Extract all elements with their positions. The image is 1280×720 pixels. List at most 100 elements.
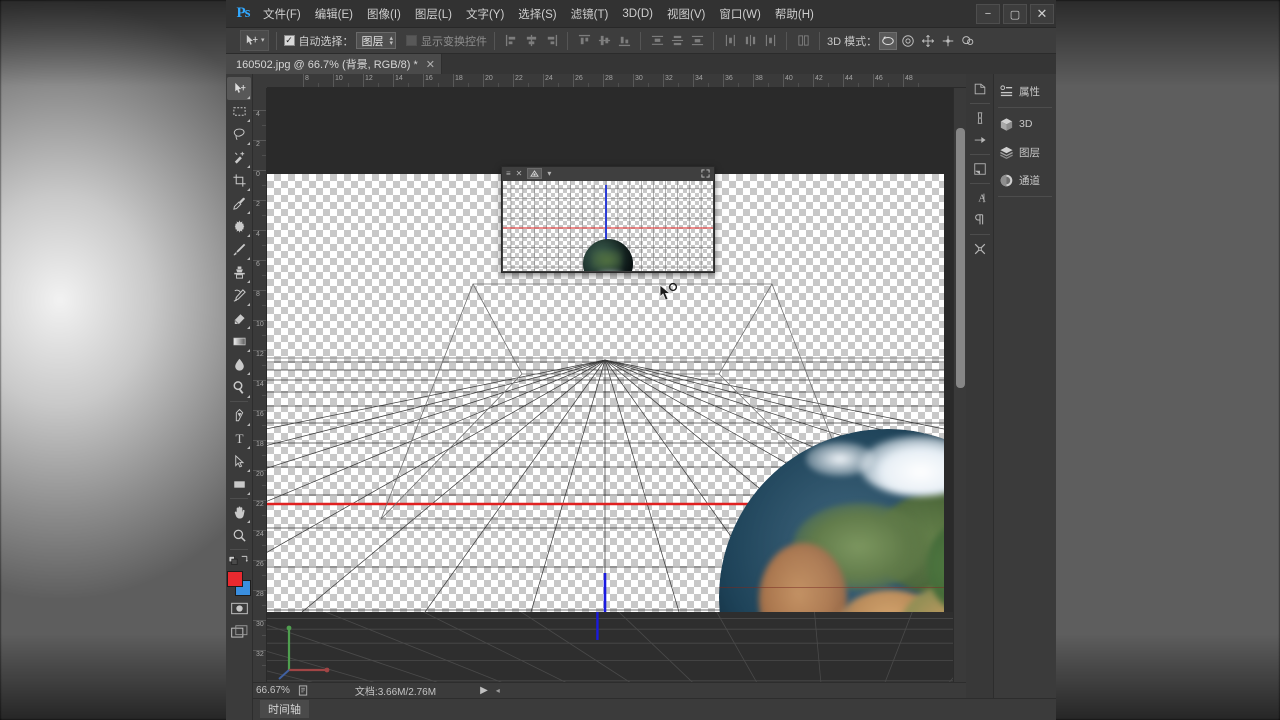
distribute-horizontal-center-icon[interactable] (741, 32, 759, 50)
default-colors-icon[interactable] (227, 552, 251, 568)
menu-layer[interactable]: 图层(L) (408, 1, 459, 27)
chevron-down-icon[interactable]: ▾ (547, 169, 551, 178)
lasso-tool[interactable] (227, 123, 251, 146)
quick-selection-tool[interactable] (227, 146, 251, 169)
vertical-scrollbar[interactable] (953, 88, 966, 698)
history-icon[interactable] (969, 78, 991, 100)
menu-file[interactable]: 文件(F) (256, 1, 308, 27)
tab-timeline[interactable]: 时间轴 (260, 700, 309, 718)
vertical-ruler[interactable]: 4 2 0 2 4 6 8 10 12 14 16 18 20 22 24 26 28 30 32 (253, 88, 267, 720)
chevron-down-icon[interactable]: ▴ ▾ (390, 35, 394, 47)
3d-scale-icon[interactable] (959, 32, 977, 50)
status-arrow-icon[interactable]: ◂ (496, 686, 500, 695)
strip-divider-3 (969, 183, 990, 184)
panel-properties[interactable]: 属性 (994, 77, 1056, 105)
secondary-view-panel[interactable]: ≡ ✕ ▾ (501, 166, 715, 273)
character-icon[interactable]: A (969, 187, 991, 209)
horizontal-type-tool[interactable]: T (227, 427, 251, 450)
align-left-edges-icon[interactable] (502, 32, 520, 50)
mixer-icon[interactable] (969, 238, 991, 260)
dodge-tool[interactable] (227, 376, 251, 399)
secondary-view-viewport[interactable] (503, 181, 713, 271)
crop-tool[interactable] (227, 169, 251, 192)
color-swatches[interactable] (226, 571, 252, 597)
tool-preset-chevron-icon[interactable]: ▾ (261, 37, 265, 44)
active-tool-indicator[interactable]: ▾ (240, 30, 269, 51)
pen-tool[interactable] (227, 404, 251, 427)
zoom-tool[interactable] (227, 524, 251, 547)
menu-select[interactable]: 选择(S) (511, 1, 563, 27)
align-horizontal-centers-icon[interactable] (522, 32, 540, 50)
menu-type[interactable]: 文字(Y) (459, 1, 511, 27)
gradient-tool[interactable] (227, 330, 251, 353)
ruler-corner[interactable] (253, 74, 267, 88)
brush-tool[interactable] (227, 238, 251, 261)
eraser-tool[interactable] (227, 307, 251, 330)
align-right-edges-icon[interactable] (542, 32, 560, 50)
auto-select-checkbox-group[interactable]: ✓ 自动选择： (283, 33, 354, 49)
document-icon[interactable] (298, 685, 309, 696)
menu-3d[interactable]: 3D(D) (615, 3, 660, 25)
ruler-label: 4 (256, 111, 260, 118)
distribute-vertical-center-icon[interactable] (668, 32, 686, 50)
distribute-right-icon[interactable] (761, 32, 779, 50)
align-top-edges-icon[interactable] (575, 32, 593, 50)
minimize-button[interactable]: − (976, 4, 1000, 24)
expand-icon[interactable] (701, 169, 710, 178)
auto-select-checkbox[interactable]: ✓ (283, 35, 295, 46)
distribute-left-icon[interactable] (721, 32, 739, 50)
close-icon[interactable]: ✕ (426, 58, 435, 71)
camera-view-icon[interactable] (527, 168, 543, 179)
tool-presets-icon[interactable] (969, 129, 991, 151)
rectangle-tool[interactable] (227, 473, 251, 496)
3d-rotate-icon[interactable] (879, 31, 898, 50)
close-button[interactable]: ✕ (1030, 4, 1054, 24)
3d-axis-widget[interactable] (277, 624, 347, 682)
status-play-icon[interactable]: ▶ (480, 685, 488, 696)
layers-icon (1000, 146, 1013, 159)
panel-menu-icon[interactable]: ≡ (506, 169, 511, 178)
menu-image[interactable]: 图像(I) (360, 1, 408, 27)
screen-mode-icon[interactable] (227, 620, 251, 643)
maximize-button[interactable]: ▢ (1003, 4, 1027, 24)
eyedropper-tool[interactable] (227, 192, 251, 215)
menu-edit[interactable]: 编辑(E) (308, 1, 360, 27)
menu-view[interactable]: 视图(V) (660, 1, 712, 27)
document-tab[interactable]: 160502.jpg @ 66.7% (背景, RGB/8) * ✕ (226, 54, 442, 74)
zoom-level[interactable]: 66.67% (256, 685, 290, 696)
3d-drag-icon[interactable] (919, 32, 937, 50)
menu-window[interactable]: 窗口(W) (712, 1, 768, 27)
foreground-color-swatch[interactable] (227, 571, 243, 587)
history-brush-tool[interactable] (227, 284, 251, 307)
auto-select-scope-dropdown[interactable]: 图层 ▴ ▾ (355, 32, 397, 49)
secondary-view-titlebar[interactable]: ≡ ✕ ▾ (502, 167, 714, 180)
vertical-scrollbar-thumb[interactable] (956, 128, 965, 388)
menu-help[interactable]: 帮助(H) (768, 1, 821, 27)
hand-tool[interactable] (227, 501, 251, 524)
show-transform-checkbox-group[interactable]: 显示变换控件 (406, 33, 487, 49)
paragraph-icon[interactable] (969, 209, 991, 231)
menu-filter[interactable]: 滤镜(T) (564, 1, 616, 27)
path-selection-tool[interactable] (227, 450, 251, 473)
align-vertical-centers-icon[interactable] (595, 32, 613, 50)
horizontal-ruler[interactable]: 8 10 12 14 16 18 20 22 24 26 28 30 32 34 36 38 40 42 44 46 4… (267, 74, 966, 88)
distribute-top-icon[interactable] (648, 32, 666, 50)
clone-stamp-tool[interactable] (227, 261, 251, 284)
3d-slide-icon[interactable] (939, 32, 957, 50)
distribute-bottom-icon[interactable] (688, 32, 706, 50)
auto-align-layers-icon[interactable] (794, 32, 812, 50)
move-tool[interactable] (227, 77, 251, 100)
show-transform-checkbox[interactable] (406, 35, 418, 46)
blur-tool[interactable] (227, 353, 251, 376)
align-bottom-edges-icon[interactable] (615, 32, 633, 50)
panel-layers[interactable]: 图层 (994, 138, 1056, 166)
quick-mask-icon[interactable] (227, 597, 251, 620)
close-icon[interactable]: ✕ (516, 169, 523, 178)
panel-3d[interactable]: 3D (994, 110, 1056, 138)
adjustments-icon[interactable] (969, 158, 991, 180)
3d-roll-icon[interactable] (899, 32, 917, 50)
brush-presets-icon[interactable] (969, 107, 991, 129)
rectangular-marquee-tool[interactable] (227, 100, 251, 123)
panel-channels[interactable]: 通道 (994, 166, 1056, 194)
spot-healing-brush-tool[interactable] (227, 215, 251, 238)
